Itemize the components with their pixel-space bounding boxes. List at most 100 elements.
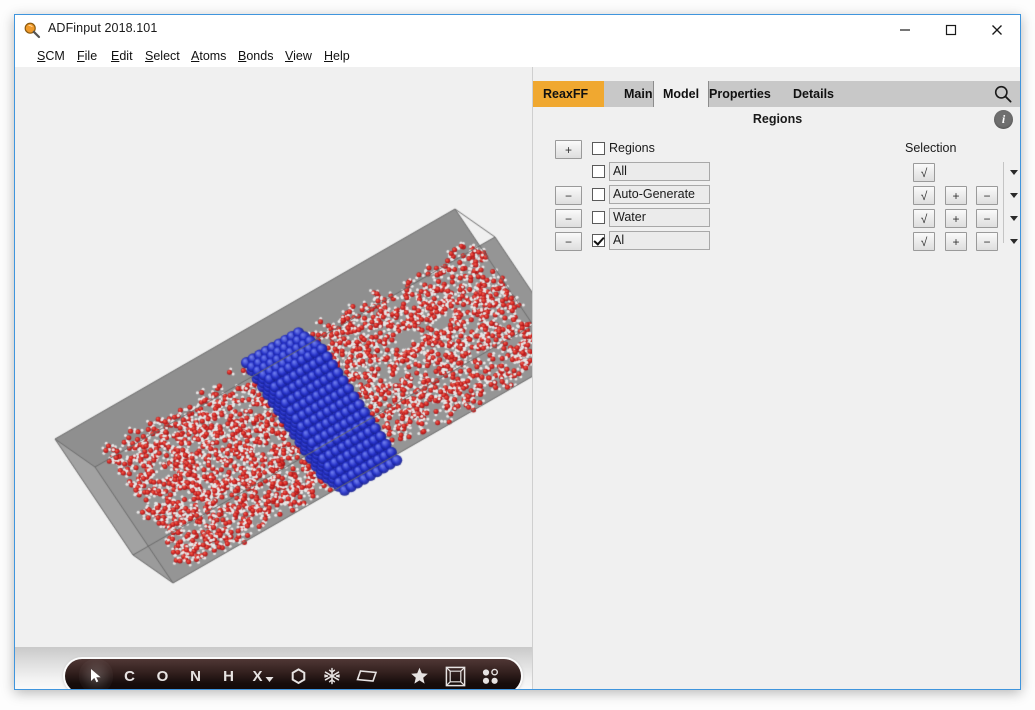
close-button[interactable] (974, 15, 1020, 45)
selection-plus-button-al[interactable]: + (945, 232, 967, 251)
atom-x-label: X (252, 667, 263, 685)
minimize-button[interactable] (882, 15, 928, 45)
atom-o-icon[interactable]: O (146, 659, 179, 689)
chevron-down-icon (1007, 232, 1020, 251)
chevron-down-icon (1007, 163, 1020, 182)
selection-plus-button-water[interactable]: + (945, 209, 967, 228)
menu-bar: SCM File Edit Select Atoms Bonds View He… (15, 45, 1020, 67)
selection-check-label-al: √ (913, 232, 935, 251)
selection-minus-label-al: − (976, 232, 998, 251)
panel-header: Regions i (533, 107, 1020, 139)
add-region-label: + (555, 140, 582, 159)
page-title: Regions (752, 112, 803, 126)
region-name-field-auto-generate[interactable]: Auto-Generate (609, 185, 710, 204)
table-row: − Auto-Generate √ + − (533, 185, 1020, 208)
tab-bar: ReaxFF Main Model Properties Details (533, 81, 1020, 107)
atom-h-icon[interactable]: H (212, 659, 245, 689)
plane-icon[interactable] (349, 659, 385, 689)
region-checkbox-al[interactable] (592, 234, 605, 247)
magnifier-icon (23, 21, 41, 39)
snowflake-icon[interactable] (315, 659, 349, 689)
selection-plus-label-auto-generate: + (945, 186, 967, 205)
region-name-field-all[interactable]: All (609, 162, 710, 181)
tab-details[interactable]: Details (785, 81, 842, 107)
row-dropdown-al[interactable] (1007, 232, 1020, 251)
selection-check-button-auto-generate[interactable]: √ (913, 186, 935, 205)
remove-region-label-water: − (555, 209, 582, 228)
menu-item-edit[interactable]: Edit (111, 47, 133, 65)
selection-column-divider (1003, 162, 1004, 243)
column-header-selection: Selection (905, 141, 957, 155)
tab-properties-label: Properties (709, 87, 771, 101)
remove-region-label-auto-generate: − (555, 186, 582, 205)
four-dots-icon[interactable] (473, 659, 507, 689)
selection-plus-button-auto-generate[interactable]: + (945, 186, 967, 205)
tab-properties[interactable]: Properties (701, 81, 779, 107)
cursor-arrow-icon[interactable] (79, 659, 113, 689)
tab-details-label: Details (793, 87, 834, 101)
selection-minus-button-water[interactable]: − (976, 209, 998, 228)
selection-plus-label-al: + (945, 232, 967, 251)
star-icon[interactable] (401, 659, 437, 689)
selection-minus-label-auto-generate: − (976, 186, 998, 205)
selection-check-button-al[interactable]: √ (913, 232, 935, 251)
select-all-checkbox[interactable] (592, 142, 605, 155)
menu-item-bonds[interactable]: Bonds (238, 47, 273, 65)
region-name-field-water[interactable]: Water (609, 208, 710, 227)
column-header-regions: Regions (609, 141, 655, 155)
selection-check-button-water[interactable]: √ (913, 209, 935, 228)
title-bar: ADFinput 2018.101 (15, 15, 1020, 45)
region-name-value-auto-generate: Auto-Generate (609, 185, 710, 204)
selection-minus-button-al[interactable]: − (976, 232, 998, 251)
selection-check-button-all[interactable]: √ (913, 163, 935, 182)
tab-main-label: Main (624, 87, 653, 101)
add-region-button[interactable]: + (555, 140, 582, 159)
row-dropdown-all[interactable] (1007, 163, 1020, 182)
window-title: ADFinput 2018.101 (48, 21, 158, 35)
menu-item-file[interactable]: File (77, 47, 97, 65)
menu-item-view[interactable]: View (285, 47, 312, 65)
regions-header-row: + Regions Selection (533, 139, 1020, 162)
menu-item-help[interactable]: Help (324, 47, 350, 65)
region-name-value-water: Water (609, 208, 710, 227)
remove-region-label-al: − (555, 232, 582, 251)
molecule-canvas[interactable] (15, 67, 533, 647)
table-row: − Al √ + − (533, 231, 1020, 254)
maximize-button[interactable] (928, 15, 974, 45)
application-window-area: ADFinput 2018.101 SCM File Edit Select A… (0, 0, 1035, 710)
chevron-down-icon (1007, 209, 1020, 228)
tab-model-label: Model (663, 87, 700, 101)
tab-reaxff[interactable]: ReaxFF (533, 81, 621, 107)
region-name-value-al: Al (609, 231, 710, 250)
adfinput-window: ADFinput 2018.101 SCM File Edit Select A… (14, 14, 1021, 690)
info-icon[interactable]: i (994, 110, 1013, 129)
remove-region-button-al[interactable]: − (555, 232, 582, 251)
chevron-down-icon (1007, 186, 1020, 205)
region-name-field-al[interactable]: Al (609, 231, 710, 250)
atom-n-icon[interactable]: N (179, 659, 212, 689)
selection-minus-button-auto-generate[interactable]: − (976, 186, 998, 205)
search-icon[interactable] (993, 84, 1013, 104)
table-row: All √ (533, 162, 1020, 185)
menu-item-atoms[interactable]: Atoms (191, 47, 226, 65)
region-checkbox-water[interactable] (592, 211, 605, 224)
crystal-box-icon[interactable] (437, 659, 473, 689)
selection-check-label-all: √ (913, 163, 935, 182)
menu-item-scm[interactable]: SCM (37, 47, 65, 65)
region-checkbox-auto-generate[interactable] (592, 188, 605, 201)
remove-region-button-auto-generate[interactable]: − (555, 186, 582, 205)
tab-reaxff-label: ReaxFF (543, 87, 589, 101)
atom-tool-bar: C O N H X (65, 659, 521, 689)
molecule-viewer[interactable] (15, 67, 533, 689)
region-checkbox-all[interactable] (592, 165, 605, 178)
menu-item-select[interactable]: Select (145, 47, 180, 65)
regions-grid: + Regions Selection All √ − Auto-Generat… (533, 139, 1020, 254)
ring-icon[interactable] (281, 659, 315, 689)
selection-plus-label-water: + (945, 209, 967, 228)
row-dropdown-water[interactable] (1007, 209, 1020, 228)
remove-region-button-water[interactable]: − (555, 209, 582, 228)
atom-c-icon[interactable]: C (113, 659, 146, 689)
row-dropdown-auto-generate[interactable] (1007, 186, 1020, 205)
selection-check-label-auto-generate: √ (913, 186, 935, 205)
atom-x-dropdown-icon[interactable]: X (245, 659, 281, 689)
